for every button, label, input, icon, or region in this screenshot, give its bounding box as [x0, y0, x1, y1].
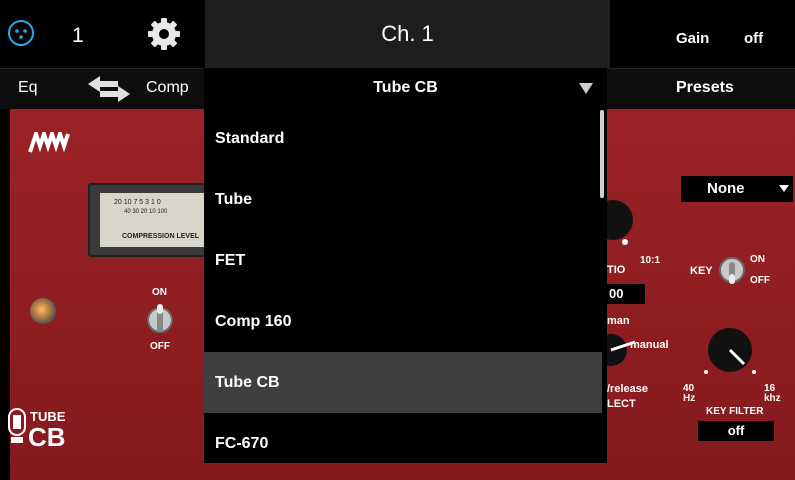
- dropdown-item[interactable]: Tube: [204, 169, 602, 230]
- key-filter-label: KEY FILTER: [706, 406, 764, 417]
- sidechain-value: None: [707, 180, 745, 197]
- presets-button[interactable]: Presets: [676, 79, 734, 97]
- comp-tab[interactable]: Comp: [146, 79, 189, 97]
- dropdown-item[interactable]: Comp 160: [204, 291, 602, 352]
- key-filter-value[interactable]: off: [698, 421, 774, 441]
- ratio-knob[interactable]: [593, 198, 635, 248]
- swap-arrows-icon[interactable]: [88, 76, 130, 102]
- channel-title: Ch. 1: [205, 0, 610, 68]
- tube-icon: [6, 407, 28, 447]
- meter-label: COMPRESSION LEVEL: [122, 233, 200, 240]
- switch-on-label: ON: [152, 287, 167, 298]
- dropdown-item[interactable]: FET: [204, 230, 602, 291]
- eq-tab[interactable]: Eq: [18, 79, 38, 97]
- gear-icon[interactable]: [146, 16, 182, 52]
- gain-value[interactable]: off: [744, 30, 763, 47]
- compression-meter: 20 10 7 5 3 1 0 40 30 20 10 100 COMPRESS…: [88, 183, 210, 257]
- ratio-label: TIO: [607, 264, 626, 276]
- select-label: LECT: [607, 398, 636, 410]
- key-on-label: ON: [750, 254, 765, 265]
- chevron-down-icon: [779, 185, 789, 192]
- meter-scale-lower: 40 30 20 10 100: [124, 209, 168, 215]
- channel-number: 1: [72, 24, 84, 47]
- gain-label[interactable]: Gain: [676, 30, 709, 47]
- dropdown-item[interactable]: Tube CB: [204, 352, 602, 413]
- dropdown-item[interactable]: Standard: [204, 108, 602, 169]
- ratio-value[interactable]: 00: [607, 284, 645, 304]
- ratio-max-label: 10:1: [640, 255, 661, 266]
- cb-label: CB: [28, 422, 66, 452]
- key-label: KEY: [690, 265, 713, 277]
- type-dropdown-header[interactable]: Tube CB: [204, 68, 607, 108]
- input-icon[interactable]: [8, 20, 34, 46]
- key-toggle[interactable]: [718, 252, 746, 286]
- key-filter-knob[interactable]: [700, 326, 760, 378]
- release-label: /release: [607, 383, 648, 395]
- meter-scale: 20 10 7 5 3 1 0: [114, 199, 161, 206]
- caret-down-icon: [579, 83, 593, 94]
- dropdown-item[interactable]: FC-670: [204, 413, 602, 463]
- indicator-lamp: [30, 298, 56, 324]
- key-filter-min: 40 Hz: [683, 383, 696, 404]
- dropdown-scrollbar[interactable]: [600, 110, 604, 198]
- switch-off-label: OFF: [150, 341, 170, 352]
- toggle-switch[interactable]: [146, 302, 174, 336]
- brand-logo: [28, 127, 72, 154]
- key-off-label: OFF: [750, 275, 770, 286]
- attack-label: man: [607, 315, 630, 327]
- sidechain-select[interactable]: None: [681, 176, 793, 202]
- key-filter-max: 16 khz: [764, 383, 781, 404]
- dropdown-selected-value: Tube CB: [373, 79, 438, 96]
- type-dropdown-list: Standard Tube FET Comp 160 Tube CB FC-670: [204, 108, 607, 463]
- manual-label: manual: [630, 339, 669, 351]
